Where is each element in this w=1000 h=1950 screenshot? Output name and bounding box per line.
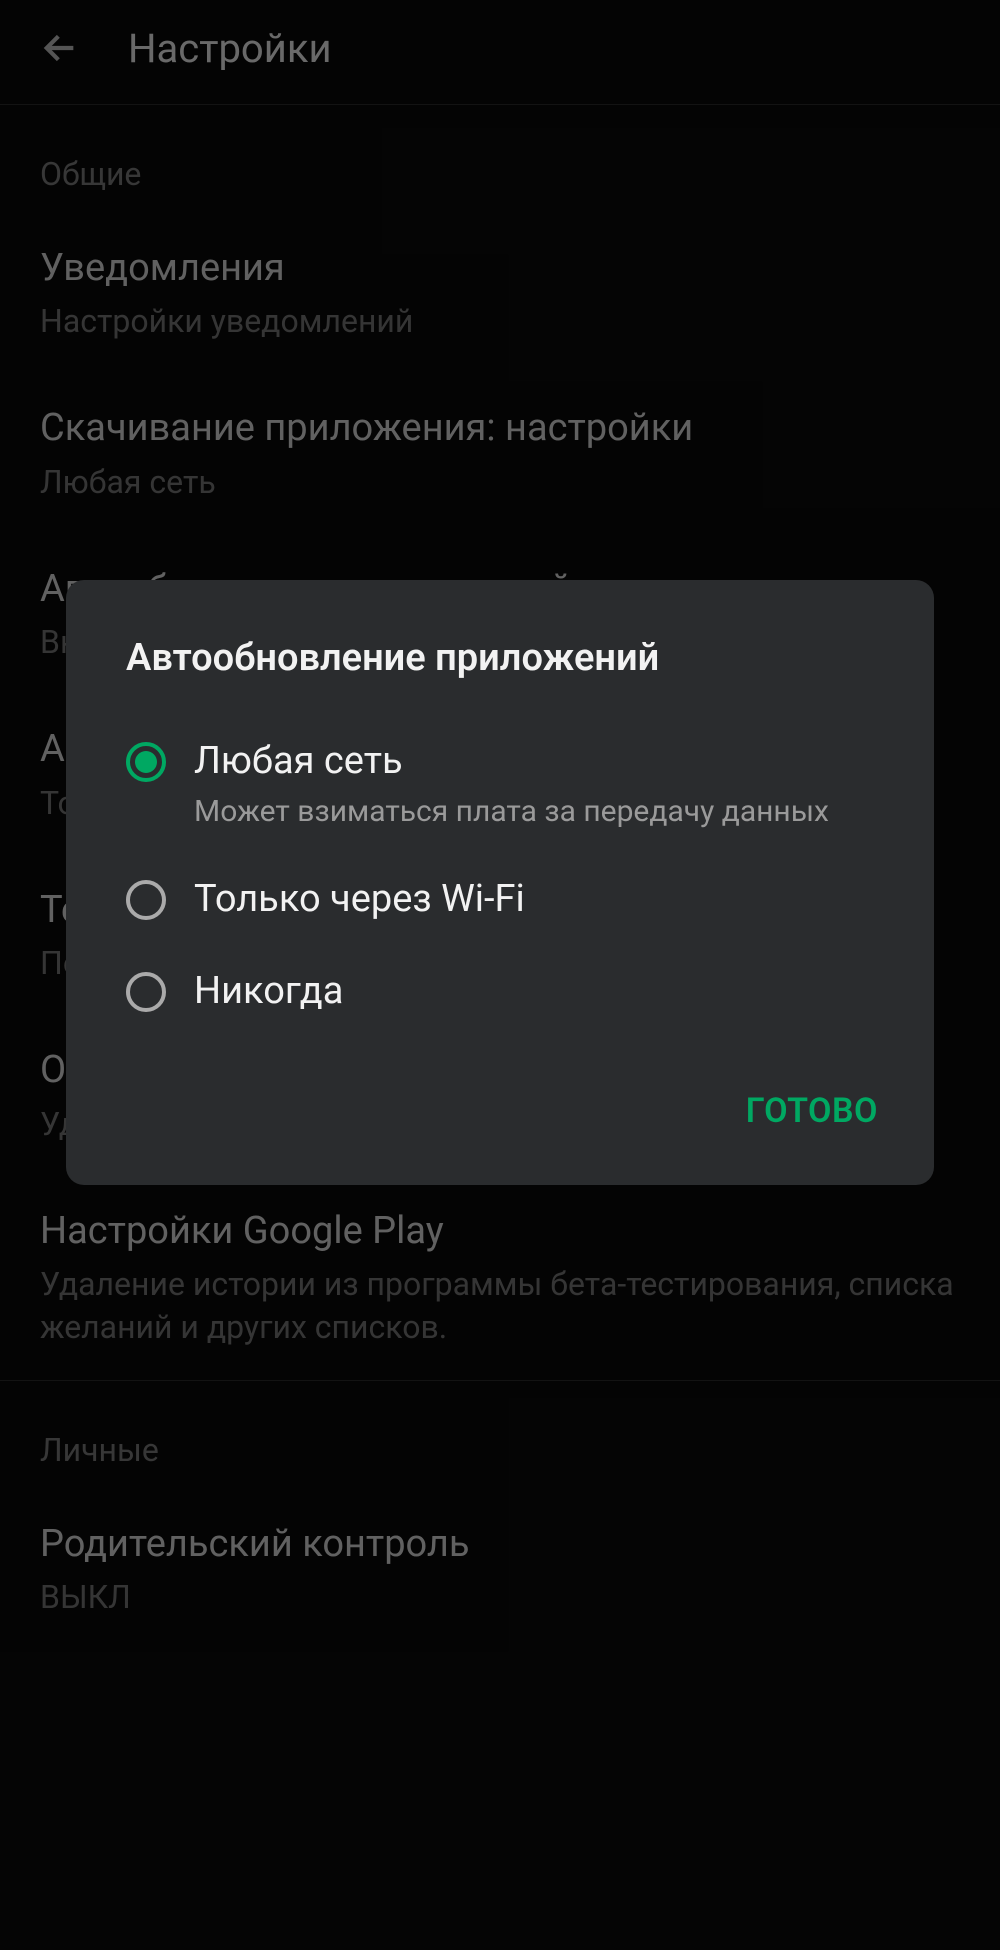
option-wifi-only[interactable]: Только через Wi-Fi <box>106 854 894 946</box>
option-texts: Любая сеть Может взиматься плата за пере… <box>194 738 874 832</box>
option-label: Только через Wi-Fi <box>194 876 874 924</box>
option-texts: Никогда <box>194 968 874 1016</box>
dialog-options: Любая сеть Может взиматься плата за пере… <box>66 716 934 1037</box>
option-label: Любая сеть <box>194 738 874 786</box>
dialog-title: Автообновление приложений <box>66 580 934 716</box>
radio-icon <box>126 880 166 920</box>
option-subtitle: Может взиматься плата за передачу данных <box>194 792 874 833</box>
radio-icon <box>126 742 166 782</box>
dialog-actions: ГОТОВО <box>66 1037 934 1165</box>
confirm-button[interactable]: ГОТОВО <box>734 1081 890 1141</box>
option-any-network[interactable]: Любая сеть Может взиматься плата за пере… <box>106 716 894 854</box>
radio-icon <box>126 972 166 1012</box>
option-never[interactable]: Никогда <box>106 946 894 1038</box>
option-label: Никогда <box>194 968 874 1016</box>
autoupdate-dialog: Автообновление приложений Любая сеть Мож… <box>66 580 934 1185</box>
option-texts: Только через Wi-Fi <box>194 876 874 924</box>
